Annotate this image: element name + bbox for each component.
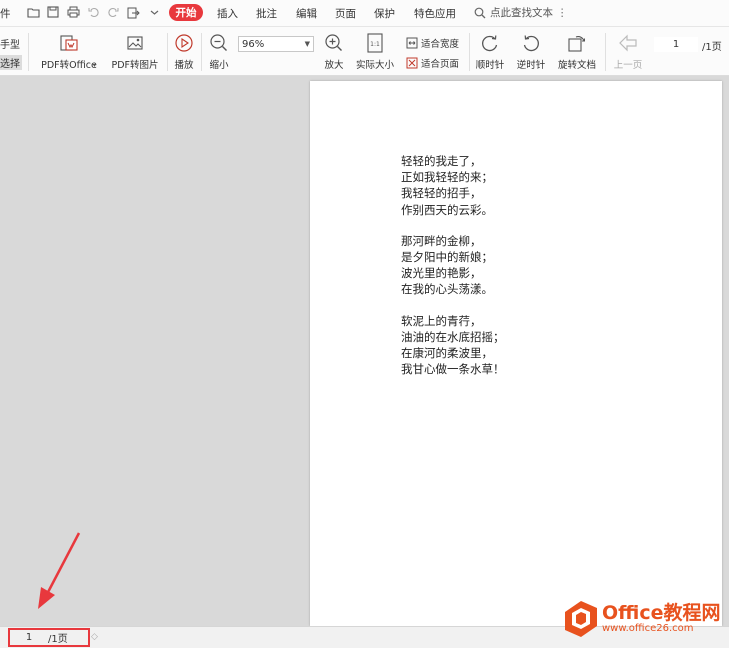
more-options-icon[interactable]: ⋮ <box>557 7 568 19</box>
poem-line: 在我的心头荡漾。 <box>401 282 493 297</box>
rotate-counterclockwise-icon <box>521 31 541 55</box>
poem-line: 油油的在水底招摇； <box>401 329 505 344</box>
zoom-value: 96% <box>242 38 265 50</box>
annotation-arrow-icon <box>38 532 81 609</box>
chevron-down-icon[interactable]: ▾ <box>93 62 96 69</box>
zoom-out-label: 缩小 <box>209 60 229 71</box>
fit-page-button[interactable]: 适合页面 <box>406 56 459 70</box>
poem-line: 我甘心做一条水草！ <box>401 362 505 377</box>
stanza: 软泥上的青荇， 油油的在水底招摇； 在康河的柔波里， 我甘心做一条水草！ <box>401 313 505 378</box>
status-page-total: /1页 <box>48 634 68 645</box>
menu-bar: 件 开始 插入 批注 编辑 页面 保护 特色应用 点此查找文本 ⋮ <box>0 0 729 27</box>
menu-file[interactable]: 件 <box>0 6 11 21</box>
print-icon[interactable] <box>65 4 81 20</box>
rotate-document-icon <box>566 31 588 55</box>
fit-width-label: 适合宽度 <box>421 39 460 50</box>
office26-logo: Office教程网 www.office26.com <box>564 600 721 638</box>
hand-tool-label[interactable]: 手型 <box>0 36 20 51</box>
tab-insert[interactable]: 插入 <box>217 6 238 21</box>
poem-line: 在康河的柔波里， <box>401 346 493 361</box>
zoom-select[interactable]: 96% ▼ <box>238 36 314 52</box>
next-page-icon[interactable]: ◇ <box>91 632 98 642</box>
rotate-clockwise-label: 顺时针 <box>475 60 505 71</box>
pdf-to-office-icon <box>58 31 80 55</box>
tab-features[interactable]: 特色应用 <box>414 6 456 21</box>
chevron-down-icon: ▼ <box>304 40 310 48</box>
poem-line: 正如我轻轻的来； <box>401 170 493 185</box>
save-icon[interactable] <box>45 4 61 20</box>
play-icon <box>174 31 194 55</box>
document-workspace[interactable]: 轻轻的我走了， 正如我轻轻的来； 我轻轻的招手， 作别西天的云彩。 那河畔的金柳… <box>0 76 729 626</box>
rotate-clockwise-button[interactable]: 顺时针 <box>474 31 506 71</box>
tab-start[interactable]: 开始 <box>169 4 203 21</box>
office-logo-icon <box>565 601 597 637</box>
svg-text:1:1: 1:1 <box>370 41 380 48</box>
poem-line: 软泥上的青荇， <box>401 313 482 328</box>
separator <box>28 33 29 71</box>
stanza: 轻轻的我走了， 正如我轻轻的来； 我轻轻的招手， 作别西天的云彩。 <box>401 153 505 218</box>
previous-page-label: 上一页 <box>613 60 643 71</box>
pdf-to-office-button[interactable]: PDF转Office <box>38 31 100 71</box>
tab-edit[interactable]: 编辑 <box>296 6 317 21</box>
poem-text: 轻轻的我走了， 正如我轻轻的来； 我轻轻的招手， 作别西天的云彩。 那河畔的金柳… <box>401 153 505 392</box>
separator <box>469 33 470 71</box>
status-page-number[interactable]: 1 <box>10 632 48 643</box>
select-tool-label[interactable]: 选择 <box>0 55 22 70</box>
pdf-to-office-label: PDF转Office <box>41 60 97 71</box>
pdf-page[interactable]: 轻轻的我走了， 正如我轻轻的来； 我轻轻的招手， 作别西天的云彩。 那河畔的金柳… <box>310 81 722 626</box>
tab-protect[interactable]: 保护 <box>374 6 395 21</box>
tab-page[interactable]: 页面 <box>335 6 356 21</box>
tab-annotate[interactable]: 批注 <box>256 6 277 21</box>
search-icon <box>474 7 486 18</box>
pdf-to-image-icon <box>125 31 145 55</box>
search-box[interactable]: 点此查找文本 ⋮ <box>474 5 568 20</box>
rotate-document-button[interactable]: 旋转文档 <box>556 31 598 71</box>
rotate-counterclockwise-button[interactable]: 逆时针 <box>515 31 547 71</box>
fit-width-icon <box>406 37 418 49</box>
fit-page-icon <box>406 57 418 69</box>
arrow-left-icon <box>618 31 638 55</box>
previous-page-button[interactable]: 上一页 <box>612 31 644 71</box>
poem-line: 作别西天的云彩。 <box>401 202 493 217</box>
separator <box>201 33 202 71</box>
poem-line: 是夕阳中的新娘； <box>401 250 493 265</box>
rotate-clockwise-icon <box>480 31 500 55</box>
redo-icon[interactable] <box>105 4 121 20</box>
separator <box>167 33 168 71</box>
zoom-in-icon <box>324 31 344 55</box>
zoom-out-button[interactable]: 缩小 <box>207 31 231 71</box>
play-label: 播放 <box>174 60 194 71</box>
zoom-in-button[interactable]: 放大 <box>322 31 346 71</box>
export-icon[interactable] <box>125 4 141 20</box>
poem-line: 那河畔的金柳， <box>401 233 482 248</box>
search-placeholder: 点此查找文本 <box>490 7 553 19</box>
zoom-in-label: 放大 <box>324 60 344 71</box>
actual-size-icon: 1:1 <box>366 31 384 55</box>
rotate-document-label: 旋转文档 <box>557 60 596 71</box>
logo-url: www.office26.com <box>602 623 694 634</box>
pdf-to-image-label: PDF转图片 <box>111 60 159 71</box>
fit-width-button[interactable]: 适合宽度 <box>406 36 459 50</box>
poem-line: 波光里的艳影， <box>401 266 482 281</box>
more-dropdown-icon[interactable] <box>146 4 162 20</box>
zoom-out-icon <box>209 31 229 55</box>
rotate-counterclockwise-label: 逆时针 <box>516 60 546 71</box>
play-button[interactable]: 播放 <box>172 31 196 71</box>
undo-icon[interactable] <box>86 4 102 20</box>
actual-size-label: 实际大小 <box>355 60 394 71</box>
poem-line: 我轻轻的招手， <box>401 186 482 201</box>
status-page-indicator[interactable]: 1 /1页 <box>8 628 90 647</box>
fit-page-label: 适合页面 <box>421 59 460 70</box>
open-folder-icon[interactable] <box>25 4 41 20</box>
page-total-label: /1页 <box>702 42 722 53</box>
actual-size-button[interactable]: 1:1 实际大小 <box>354 31 396 71</box>
logo-title: Office教程网 <box>602 602 721 624</box>
stanza: 那河畔的金柳， 是夕阳中的新娘； 波光里的艳影， 在我的心头荡漾。 <box>401 233 505 298</box>
page-number-input[interactable]: 1 <box>654 37 698 52</box>
ribbon-toolbar: 手型 选择 PDF转Office ▾ PDF转图片 播放 缩小 96% ▼ 放大… <box>0 27 729 76</box>
separator <box>605 33 606 71</box>
pdf-to-image-button[interactable]: PDF转图片 <box>110 31 160 71</box>
poem-line: 轻轻的我走了， <box>401 154 482 168</box>
